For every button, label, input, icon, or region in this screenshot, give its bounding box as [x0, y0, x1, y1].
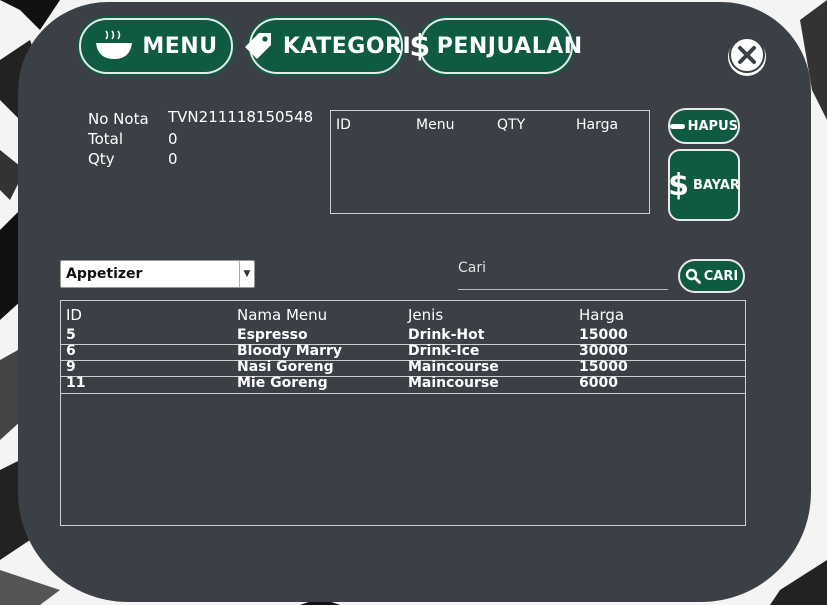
menu-table[interactable]: ID Nama Menu Jenis Harga 5 Espresso Drin…: [60, 300, 746, 526]
penjualan-nav-label: PENJUALAN: [436, 33, 583, 59]
cell-id: 5: [66, 327, 76, 343]
kategori-nav-button[interactable]: KATEGORI: [244, 18, 411, 74]
bowl-icon: [94, 29, 134, 63]
total-label: Total: [88, 130, 124, 148]
cell-id: 6: [66, 343, 76, 359]
bayar-button[interactable]: $ BAYAR: [668, 149, 740, 221]
table-header-harga: Harga: [579, 306, 625, 324]
cell-nama-menu: Mie Goreng: [237, 375, 328, 391]
kategori-nav-label: KATEGORI: [282, 33, 412, 59]
category-dropdown[interactable]: Appetizer ▼: [60, 260, 255, 288]
bayar-label: BAYAR: [692, 177, 740, 193]
cart-header-harga: Harga: [576, 117, 619, 133]
cell-harga: 15000: [579, 359, 628, 375]
cart-header-menu: Menu: [416, 117, 455, 133]
table-row[interactable]: 9 Nasi Goreng Maincourse 15000: [61, 359, 745, 377]
close-button[interactable]: [728, 36, 766, 78]
table-header-id: ID: [66, 306, 82, 324]
qty-label: Qty: [88, 150, 115, 168]
cari-label: CARI: [703, 268, 739, 284]
no-nota-label: No Nota: [88, 110, 149, 128]
cell-nama-menu: Nasi Goreng: [237, 359, 334, 375]
tag-icon: [241, 29, 275, 63]
table-row[interactable]: 5 Espresso Drink-Hot 15000: [61, 327, 745, 345]
table-row[interactable]: 6 Bloody Marry Drink-Ice 30000: [61, 343, 745, 361]
cell-harga: 6000: [579, 375, 618, 391]
qty-value: 0: [168, 150, 178, 168]
cart-header-id: ID: [336, 117, 351, 133]
cell-jenis: Maincourse: [408, 359, 499, 375]
menu-nav-button[interactable]: MENU: [79, 18, 233, 74]
cart-table[interactable]: ID Menu QTY Harga: [330, 110, 650, 214]
table-row[interactable]: 11 Mie Goreng Maincourse 6000: [61, 375, 745, 394]
search-underline: [458, 289, 668, 290]
dropdown-arrow-icon[interactable]: ▼: [239, 261, 254, 287]
cell-id: 9: [66, 359, 76, 375]
cart-header-qty: QTY: [497, 117, 526, 133]
dollar-icon: $: [409, 28, 431, 64]
cell-nama-menu: Espresso: [237, 327, 308, 343]
hapus-button[interactable]: HAPUS: [668, 108, 740, 144]
cell-nama-menu: Bloody Marry: [237, 343, 343, 359]
search-input[interactable]: Cari: [458, 260, 486, 276]
search-icon: [685, 268, 701, 284]
cell-jenis: Drink-Hot: [408, 327, 485, 343]
table-header-jenis: Jenis: [408, 306, 444, 324]
hapus-label: HAPUS: [687, 118, 738, 134]
dollar-icon: $: [668, 167, 689, 203]
no-nota-value: TVN211118150548: [168, 108, 314, 126]
cell-id: 11: [66, 375, 86, 391]
minus-icon: [670, 123, 685, 129]
cell-harga: 30000: [579, 343, 628, 359]
total-value: 0: [168, 130, 178, 148]
cell-jenis: Drink-Ice: [408, 343, 480, 359]
penjualan-nav-button[interactable]: $ PENJUALAN: [409, 18, 582, 74]
menu-nav-label: MENU: [142, 33, 218, 59]
cell-harga: 15000: [579, 327, 628, 343]
table-header-nama-menu: Nama Menu: [237, 306, 328, 324]
category-selected-value: Appetizer: [66, 266, 143, 282]
cari-button[interactable]: CARI: [678, 259, 745, 293]
cell-jenis: Maincourse: [408, 375, 499, 391]
close-icon: [728, 36, 766, 78]
